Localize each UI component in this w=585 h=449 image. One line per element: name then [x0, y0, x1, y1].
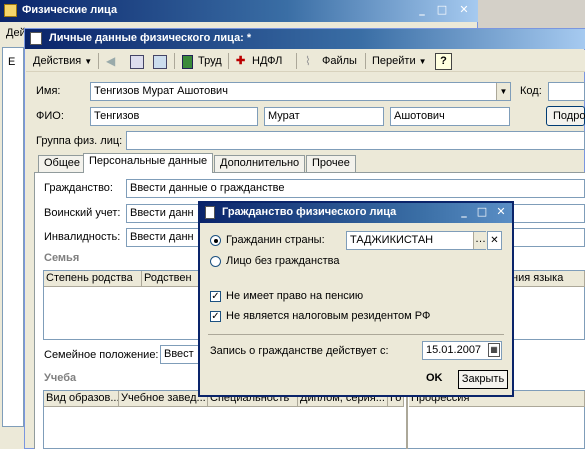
- study-grid-divider: [406, 391, 408, 449]
- country-input[interactable]: ТАДЖИКИСТАН: [346, 231, 486, 250]
- family-col-language[interactable]: ния языка: [510, 271, 585, 287]
- group-input[interactable]: [126, 131, 585, 150]
- goto-menu[interactable]: Перейти ▼: [372, 52, 427, 72]
- dropdown-arrow-icon: ▼: [84, 57, 93, 66]
- name-input[interactable]: Тенгизов Мурат Ашотович: [90, 82, 511, 101]
- family-col-relation[interactable]: Степень родства: [44, 271, 142, 287]
- trud-button[interactable]: Труд: [198, 52, 222, 72]
- dialog-titlebar[interactable]: Гражданство физического лица _ □ ✕: [200, 203, 512, 223]
- patronymic-input[interactable]: Ашотович: [390, 107, 510, 126]
- help-button[interactable]: ?: [435, 53, 452, 70]
- dialog-minimize-icon[interactable]: _: [456, 205, 472, 219]
- military-label: Воинский учет:: [44, 207, 121, 219]
- podro-button[interactable]: Подро: [546, 106, 585, 126]
- checkbox-no-pension[interactable]: ✓: [210, 291, 221, 302]
- citizenship-input[interactable]: Ввести данные о гражданстве: [126, 179, 585, 198]
- switch-icon[interactable]: [153, 55, 167, 69]
- country-select-button[interactable]: …: [473, 232, 487, 249]
- study-section-title: Учеба: [44, 372, 77, 384]
- name-label: Имя:: [36, 85, 61, 97]
- study-col-type[interactable]: Вид образов...: [44, 391, 119, 407]
- tab-additional[interactable]: Дополнительно: [214, 155, 306, 172]
- calendar-icon[interactable]: ▦: [488, 343, 500, 357]
- checkbox-not-resident[interactable]: ✓: [210, 311, 221, 322]
- back-window-titlebar[interactable]: Физические лица _ □ ✕: [0, 0, 478, 22]
- ndfl-icon[interactable]: ✚: [236, 55, 250, 69]
- tab-personal[interactable]: Персональные данные: [83, 153, 214, 173]
- paperclip-icon[interactable]: ⌇: [305, 55, 319, 69]
- radio-stateless[interactable]: [210, 256, 221, 267]
- effective-date-label: Запись о гражданстве действует с:: [210, 345, 389, 357]
- back-window-list: Е: [2, 47, 24, 427]
- radio-citizen[interactable]: [210, 235, 221, 246]
- firstname-input[interactable]: Мурат: [264, 107, 384, 126]
- ndfl-button[interactable]: НДФЛ: [252, 52, 282, 72]
- code-input[interactable]: [548, 82, 585, 101]
- dropdown-arrow-icon: ▼: [418, 57, 427, 66]
- dialog-maximize-icon[interactable]: □: [474, 205, 490, 219]
- close-button[interactable]: Закрыть: [458, 370, 508, 389]
- family-section-title: Семья: [44, 252, 80, 264]
- main-window-titlebar[interactable]: Личные данные физического лица: *: [25, 29, 585, 49]
- name-dropdown-icon[interactable]: ▼: [496, 83, 510, 100]
- tab-other[interactable]: Прочее: [306, 155, 356, 172]
- dialog-divider: [208, 334, 504, 335]
- maximize-icon[interactable]: □: [434, 3, 450, 17]
- checkbox-not-resident-label: Не является налоговым резидентом РФ: [226, 310, 431, 322]
- document-icon: [30, 32, 42, 45]
- actions-menu[interactable]: Действия ▼: [33, 52, 92, 72]
- ok-button[interactable]: OK: [426, 372, 443, 384]
- radio-citizen-label: Гражданин страны:: [226, 234, 325, 246]
- code-label: Код:: [520, 85, 542, 97]
- dialog-close-icon[interactable]: ✕: [493, 205, 509, 219]
- citizenship-label: Гражданство:: [44, 182, 113, 194]
- study-col-school[interactable]: Учебное завед...: [119, 391, 208, 407]
- surname-input[interactable]: Тенгизов: [90, 107, 258, 126]
- checkbox-no-pension-label: Не имеет право на пенсию: [226, 290, 364, 302]
- country-clear-icon[interactable]: ✕: [487, 231, 502, 250]
- work-icon[interactable]: [182, 55, 193, 69]
- back-window-menu[interactable]: Дей: [6, 27, 26, 39]
- radio-stateless-label: Лицо без гражданства: [226, 255, 340, 267]
- disability-label: Инвалидность:: [44, 231, 121, 243]
- back-window-title: Физические лица: [22, 4, 118, 16]
- close-icon[interactable]: ✕: [456, 3, 472, 17]
- dialog-title: Гражданство физического лица: [222, 206, 397, 218]
- group-label: Группа физ. лиц:: [36, 135, 123, 147]
- family-col-relative[interactable]: Родствен: [142, 271, 202, 287]
- dialog-document-icon: [205, 206, 215, 219]
- main-window-title: Личные данные физического лица: *: [49, 32, 252, 44]
- back-arrow-icon[interactable]: ◀: [106, 55, 120, 69]
- tab-general[interactable]: Общее: [38, 155, 87, 172]
- marital-label: Семейное положение:: [44, 349, 159, 361]
- fio-label: ФИО:: [36, 110, 64, 122]
- refresh-icon[interactable]: [130, 55, 144, 69]
- files-button[interactable]: Файлы: [322, 52, 357, 72]
- app-icon: [4, 4, 17, 17]
- minimize-icon[interactable]: _: [414, 3, 430, 17]
